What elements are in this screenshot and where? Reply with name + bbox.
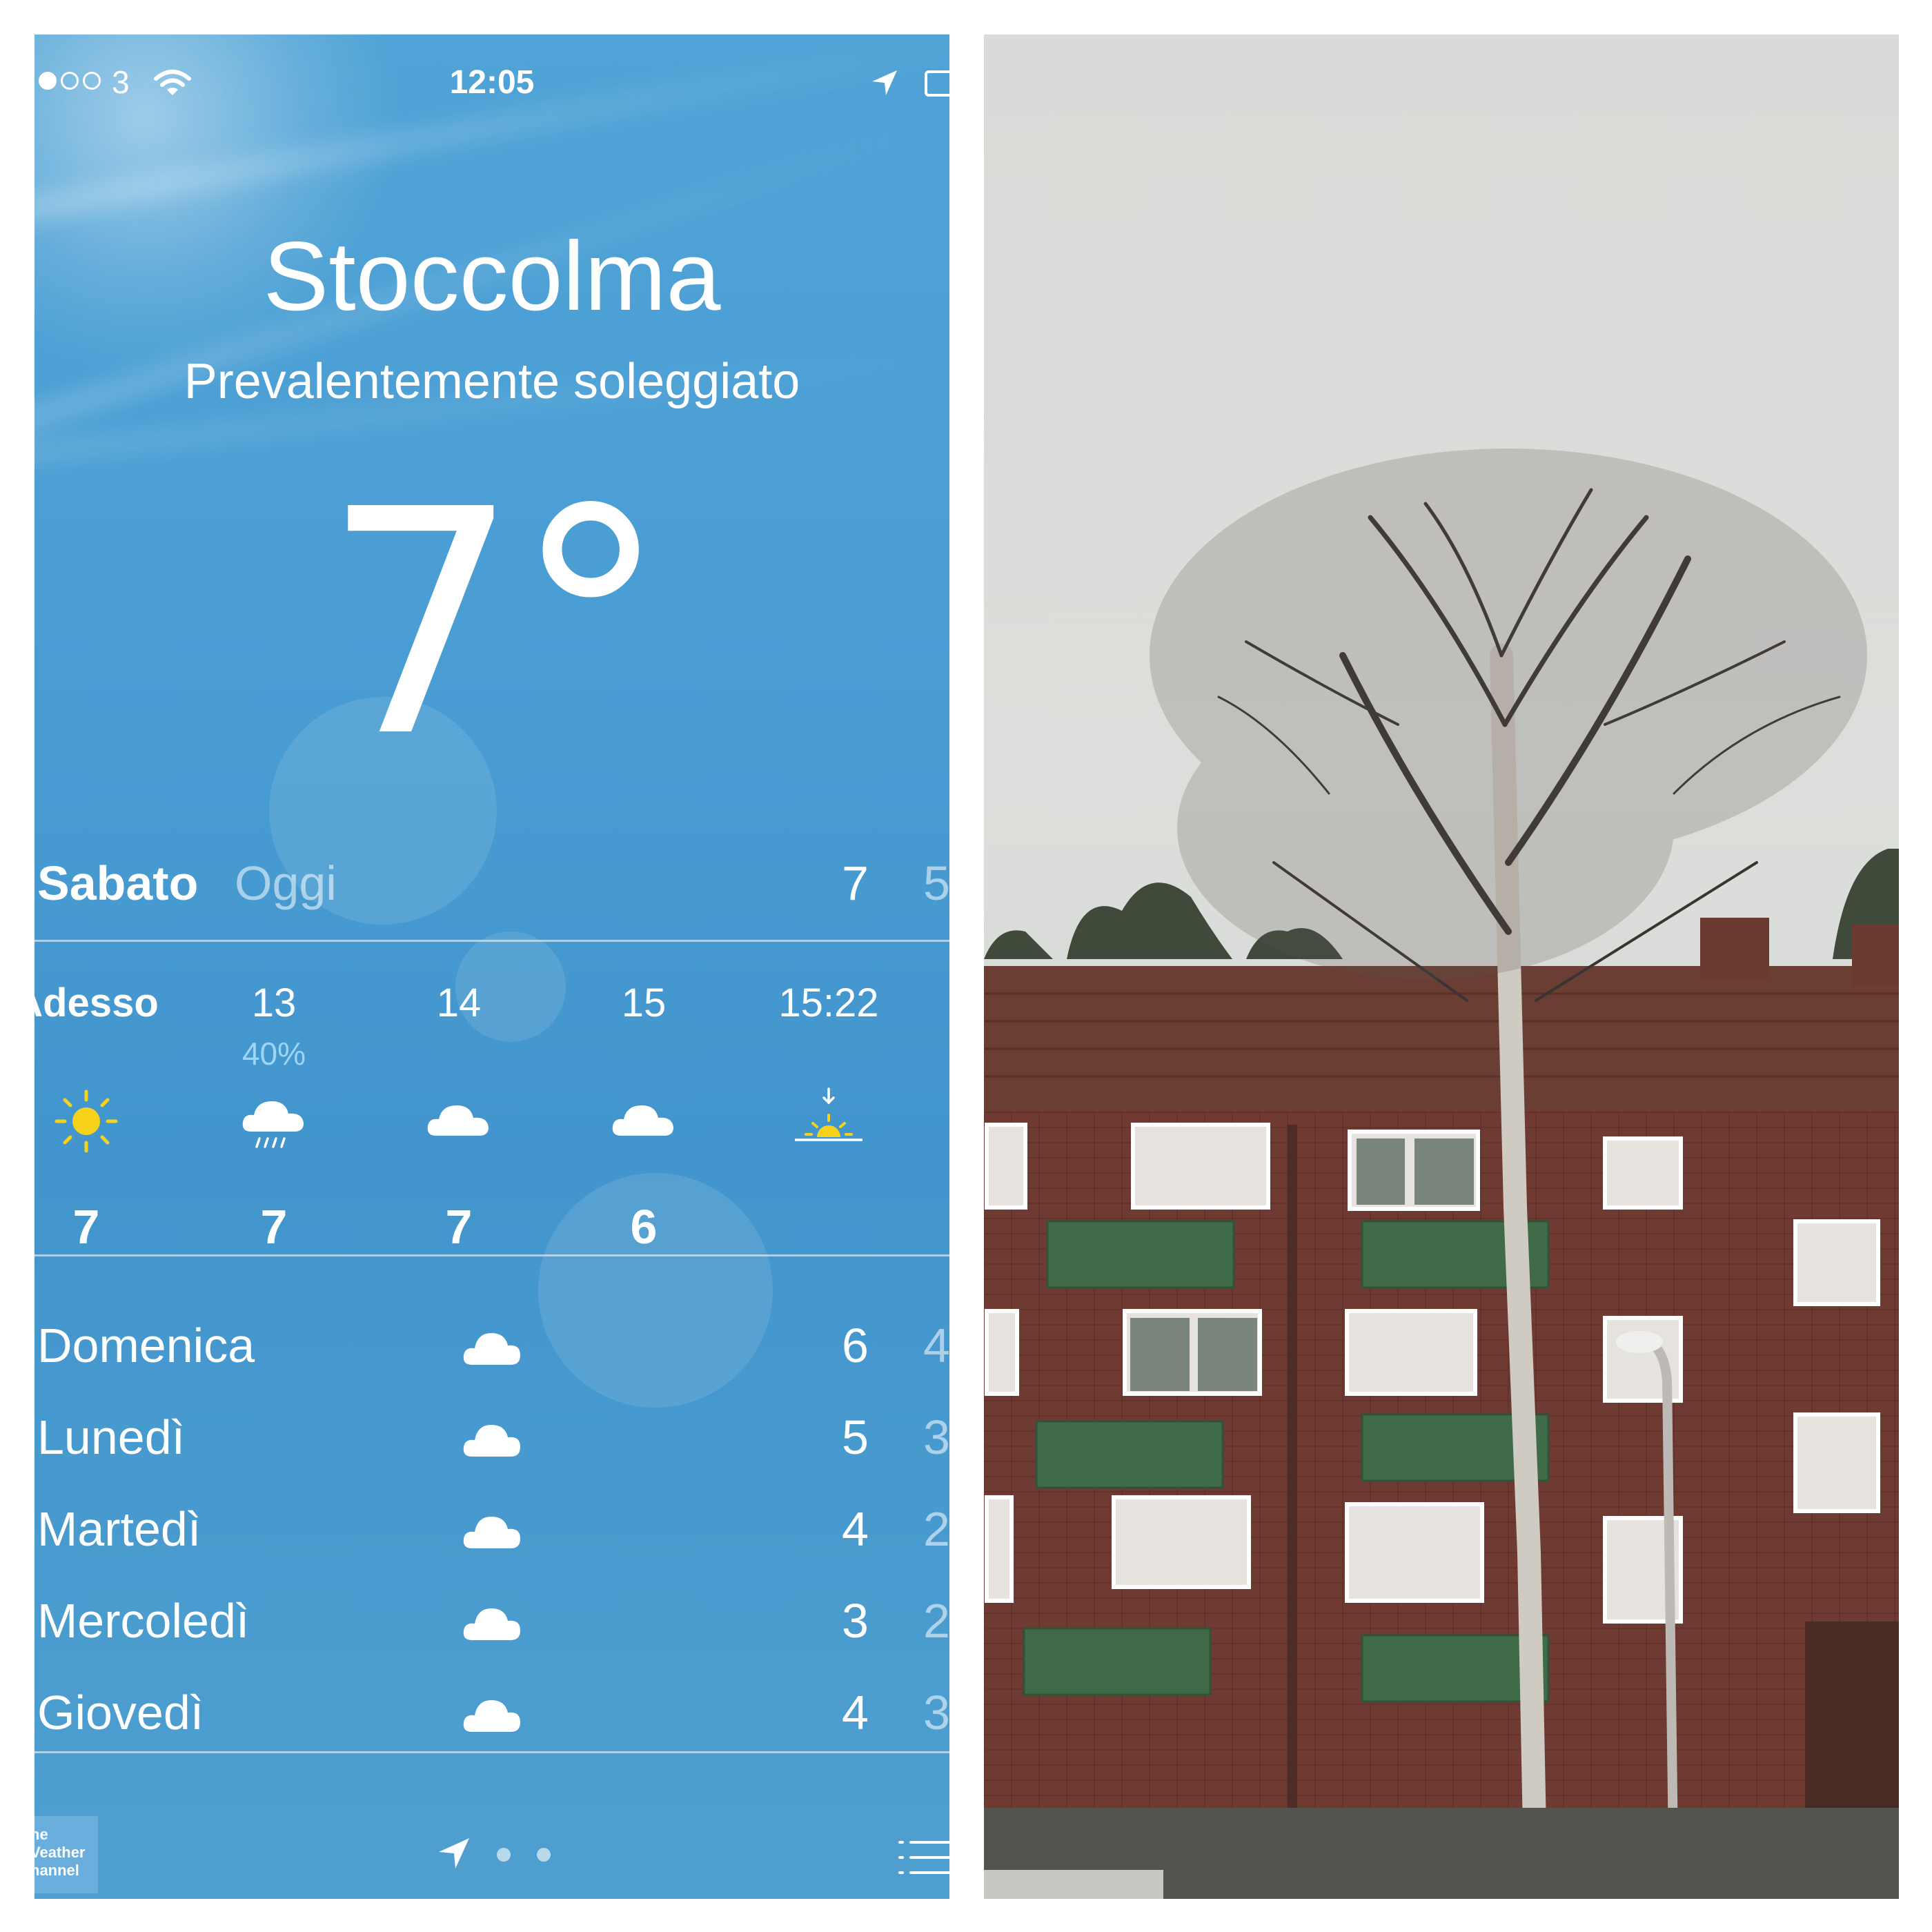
status-bar: 3 12:05 (34, 62, 949, 117)
sunset-icon (795, 1087, 862, 1141)
daily-row: Mercoledì 3 2 (34, 1593, 949, 1669)
daily-low: 2 (923, 1502, 949, 1556)
today-summary-row: Sabato Oggi 7 5 (34, 856, 949, 911)
city-name: Stoccolma (263, 221, 721, 331)
page-dot[interactable] (537, 1848, 551, 1862)
daily-day: Domenica (37, 1319, 255, 1372)
daily-row: Giovedì 4 3 (34, 1685, 949, 1761)
current-location-icon[interactable] (435, 1834, 473, 1873)
cloud-icon (612, 1105, 673, 1136)
rain-cloud-icon (242, 1101, 304, 1148)
lamp-head (1616, 1331, 1663, 1353)
hourly-time: 15 (621, 980, 667, 1025)
divider (34, 1254, 949, 1256)
hourly-item: 15:22 (749, 980, 908, 1283)
daily-row: Domenica 6 4 (34, 1318, 949, 1394)
daily-high: 4 (842, 1686, 869, 1739)
hourly-temp: 7 (260, 1200, 288, 1254)
today-day-name: Sabato (37, 856, 199, 910)
weather-channel-logo[interactable]: he Veather hannel (34, 1816, 98, 1893)
today-label: Oggi (235, 856, 337, 910)
chimney (1700, 918, 1769, 980)
today-high: 7 (842, 856, 869, 910)
daily-row: Lunedì 5 3 (34, 1410, 949, 1486)
current-temperature: 7° (34, 469, 949, 780)
daily-day: Martedì (37, 1502, 201, 1556)
daily-low: 3 (923, 1686, 949, 1739)
today-low: 5 (923, 856, 949, 910)
daily-day: Mercoledì (37, 1594, 250, 1648)
hourly-item: 14 7 (379, 980, 538, 1283)
current-temperature-value: 7° (322, 444, 668, 805)
hourly-temp: 7 (72, 1200, 100, 1254)
hourly-temp: 7 (445, 1200, 473, 1254)
daily-low: 2 (923, 1594, 949, 1648)
cloud-icon (463, 1608, 520, 1640)
daily-high: 6 (842, 1319, 869, 1372)
page-dot[interactable] (497, 1848, 511, 1862)
hourly-item: 15 6 (564, 980, 723, 1283)
door (1805, 1621, 1899, 1808)
weather-app-screen: 3 12:05 Stoccolma Prevalentemente solegg… (34, 34, 949, 1899)
hourly-forecast[interactable]: Adesso 7 13 40% (34, 980, 949, 1283)
hourly-time: 13 (251, 980, 297, 1025)
hourly-time: 15:22 (778, 980, 879, 1025)
footer-bar: he Veather hannel (34, 1787, 949, 1899)
roof (984, 966, 1899, 1111)
daily-high: 3 (842, 1594, 869, 1648)
hourly-item: 13 40% 7 (195, 980, 353, 1283)
cloud-icon (463, 1333, 520, 1365)
battery-icon (925, 70, 949, 97)
city-list-icon[interactable] (897, 1835, 949, 1880)
daily-high: 5 (842, 1410, 869, 1464)
status-time: 12:05 (449, 64, 535, 101)
cloud-icon (463, 1700, 520, 1732)
daily-low: 3 (923, 1410, 949, 1464)
drainpipe (1288, 1125, 1297, 1808)
daily-day: Giovedì (37, 1686, 204, 1739)
daily-row: Martedì 4 2 (34, 1501, 949, 1577)
chimney (1852, 925, 1899, 987)
divider (34, 1751, 949, 1753)
location-services-icon (872, 70, 897, 95)
weather-condition: Prevalentemente soleggiato (184, 354, 800, 409)
sun-icon (55, 1090, 118, 1153)
cloud-icon (427, 1105, 489, 1136)
car-roof (984, 1870, 1163, 1899)
outdoor-photo (984, 34, 1899, 1899)
daily-day: Lunedì (37, 1410, 186, 1464)
building-photo (984, 448, 1899, 1899)
cloud-icon (463, 1517, 520, 1548)
hourly-time: Adesso (34, 980, 159, 1025)
tree-crown (1150, 448, 1867, 980)
hourly-precip: 40% (241, 1036, 306, 1072)
daily-low: 4 (923, 1319, 949, 1372)
cloud-icon (463, 1425, 520, 1457)
hourly-item: Adesso 7 (34, 980, 166, 1283)
divider (34, 940, 949, 942)
daily-high: 4 (842, 1502, 869, 1556)
hourly-temp: 6 (630, 1200, 658, 1254)
hourly-time: 14 (436, 980, 482, 1025)
